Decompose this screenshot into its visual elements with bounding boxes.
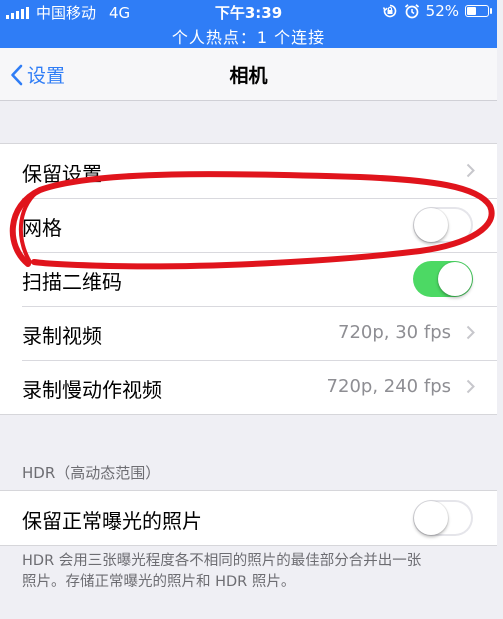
battery-fill (467, 7, 477, 15)
row-value: 720p, 240 fps (326, 376, 451, 397)
orientation-lock-icon (382, 4, 396, 18)
keep-normal-photo-toggle[interactable] (413, 500, 473, 536)
navigation-bar: 设置 相机 (0, 48, 497, 101)
keep-normal-photo-row: 保留正常曝光的照片 (0, 491, 497, 545)
battery-icon (465, 5, 492, 17)
status-bar: 中国移动 4G 下午3:39 52% 个人热点：1 个连接 (0, 0, 497, 48)
row-label: 录制慢动作视频 (22, 378, 162, 402)
chevron-right-icon (466, 379, 475, 394)
alarm-icon (404, 4, 419, 19)
footer-line: 照片。存储正常曝光的照片和 HDR 照片。 (22, 574, 296, 590)
page-title: 相机 (229, 65, 268, 87)
row-label: 保留设置 (22, 162, 102, 186)
scan-qr-toggle[interactable] (413, 261, 473, 297)
toggle-knob (414, 208, 448, 242)
record-slomo-row[interactable]: 录制慢动作视频 720p, 240 fps (0, 360, 497, 414)
status-right: 52% (382, 2, 492, 20)
hdr-group: 保留正常曝光的照片 (0, 490, 497, 546)
row-label: 网格 (22, 216, 62, 240)
toggle-knob (414, 501, 448, 535)
row-label: 录制视频 (22, 324, 102, 348)
footer-line: HDR 会用三张曝光程度各不相同的照片的最佳部分合并出一张 (22, 553, 422, 569)
grid-row: 网格 (0, 198, 497, 252)
row-label: 扫描二维码 (22, 270, 122, 294)
battery-percent: 52% (425, 2, 459, 20)
toggle-knob (438, 262, 472, 296)
hdr-footer-note: HDR 会用三张曝光程度各不相同的照片的最佳部分合并出一张 照片。存储正常曝光的… (22, 551, 467, 593)
scan-qr-row: 扫描二维码 (0, 252, 497, 306)
row-label: 保留正常曝光的照片 (22, 509, 202, 533)
grid-toggle[interactable] (413, 207, 473, 243)
preserve-settings-row[interactable]: 保留设置 (0, 144, 497, 198)
chevron-right-icon (466, 163, 475, 178)
hdr-section-header: HDR（高动态范围） (22, 464, 161, 482)
hotspot-banner[interactable]: 个人热点：1 个连接 (0, 24, 497, 48)
record-video-row[interactable]: 录制视频 720p, 30 fps (0, 306, 497, 360)
row-value: 720p, 30 fps (338, 322, 451, 343)
chevron-right-icon (466, 325, 475, 340)
camera-settings-group: 保留设置 网格 扫描二维码 录制视频 720p, 30 fps 录制慢动作视频 … (0, 143, 497, 415)
